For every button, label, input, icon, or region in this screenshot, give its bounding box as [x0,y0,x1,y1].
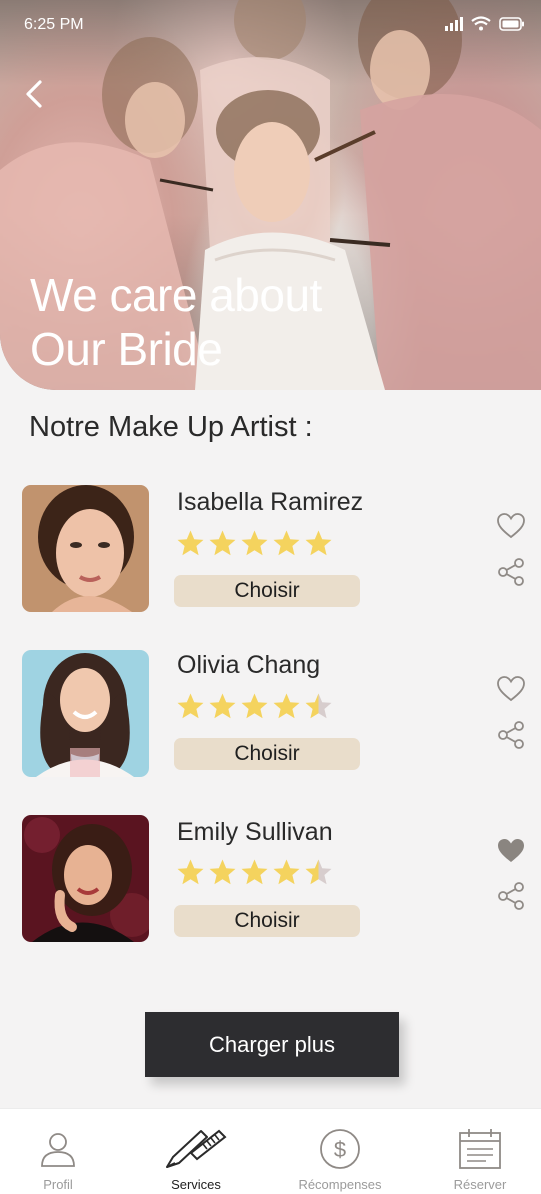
star-full-icon [209,530,236,556]
star-half-icon [305,693,332,719]
choose-button[interactable]: Choisir [174,575,360,607]
choose-button[interactable]: Choisir [174,905,360,937]
artist-card: Olivia Chang Choisir [0,650,541,780]
artist-photo [22,815,149,942]
artist-name: Emily Sullivan [177,818,333,846]
hero-title-line2: Our Bride [30,323,223,375]
nav-label: Services [171,1177,221,1192]
user-icon [41,1133,75,1167]
share-button[interactable] [496,881,526,911]
artist-photo [22,485,149,612]
heart-filled-icon [498,839,524,862]
status-bar: 6:25 PM [0,0,541,48]
back-button[interactable] [18,76,54,112]
share-button[interactable] [496,557,526,587]
wifi-icon [471,16,491,31]
star-full-icon [273,530,300,556]
artist-avatar[interactable] [22,650,149,777]
share-button[interactable] [496,720,526,750]
star-full-icon [241,859,268,885]
star-full-icon [305,530,332,556]
nav-item-recompenses[interactable]: $ Récompenses [290,1109,390,1194]
star-full-icon [177,530,204,556]
load-more-button[interactable]: Charger plus [145,1012,399,1077]
svg-text:$: $ [334,1137,346,1162]
nav-label: Récompenses [298,1177,382,1192]
star-full-icon [273,859,300,885]
hero-banner: 6:25 PM We care about Our Bride [0,0,541,390]
section-title: Notre Make Up Artist : [29,411,313,443]
artist-avatar[interactable] [22,485,149,612]
hero-title: We care about Our Bride [30,268,390,376]
star-full-icon [241,693,268,719]
heart-outline-icon [497,676,525,702]
artist-name: Olivia Chang [177,651,321,679]
share-icon [498,558,524,586]
favorite-button[interactable] [496,836,526,866]
battery-icon [499,16,524,31]
artist-name: Isabella Ramirez [177,488,364,516]
rating-stars [176,529,333,557]
heart-outline-icon [497,513,525,539]
nav-item-reserver[interactable]: Réserver [440,1109,520,1194]
nav-item-services[interactable]: Services [156,1109,236,1194]
star-full-icon [241,530,268,556]
signal-icon [445,16,463,31]
star-full-icon [209,859,236,885]
artist-card: Emily Sullivan Choisir [0,815,541,945]
bottom-nav: Profil Services $ Récompenses Réserver [0,1108,541,1194]
artist-avatar[interactable] [22,815,149,942]
nav-label: Réserver [453,1177,507,1192]
rating-stars [176,692,333,720]
star-full-icon [177,859,204,885]
star-half-icon [305,859,332,885]
favorite-button[interactable] [496,674,526,704]
favorite-button[interactable] [496,511,526,541]
hero-title-line1: We care about [30,269,322,321]
nav-item-profil[interactable]: Profil [18,1109,98,1194]
rating-stars [176,858,333,886]
nav-label: Profil [43,1177,73,1192]
chevron-left-icon [26,80,42,108]
star-full-icon [177,693,204,719]
choose-button[interactable]: Choisir [174,738,360,770]
star-full-icon [209,693,236,719]
artist-photo [22,650,149,777]
artist-card: Isabella Ramirez Choisir [0,485,541,615]
star-full-icon [273,693,300,719]
makeup-brush-icon [166,1129,227,1168]
status-time: 6:25 PM [24,16,84,33]
status-icons [445,16,525,31]
share-icon [498,882,524,910]
calendar-icon [459,1129,501,1169]
dollar-coin-icon: $ [320,1129,360,1169]
share-icon [498,721,524,749]
